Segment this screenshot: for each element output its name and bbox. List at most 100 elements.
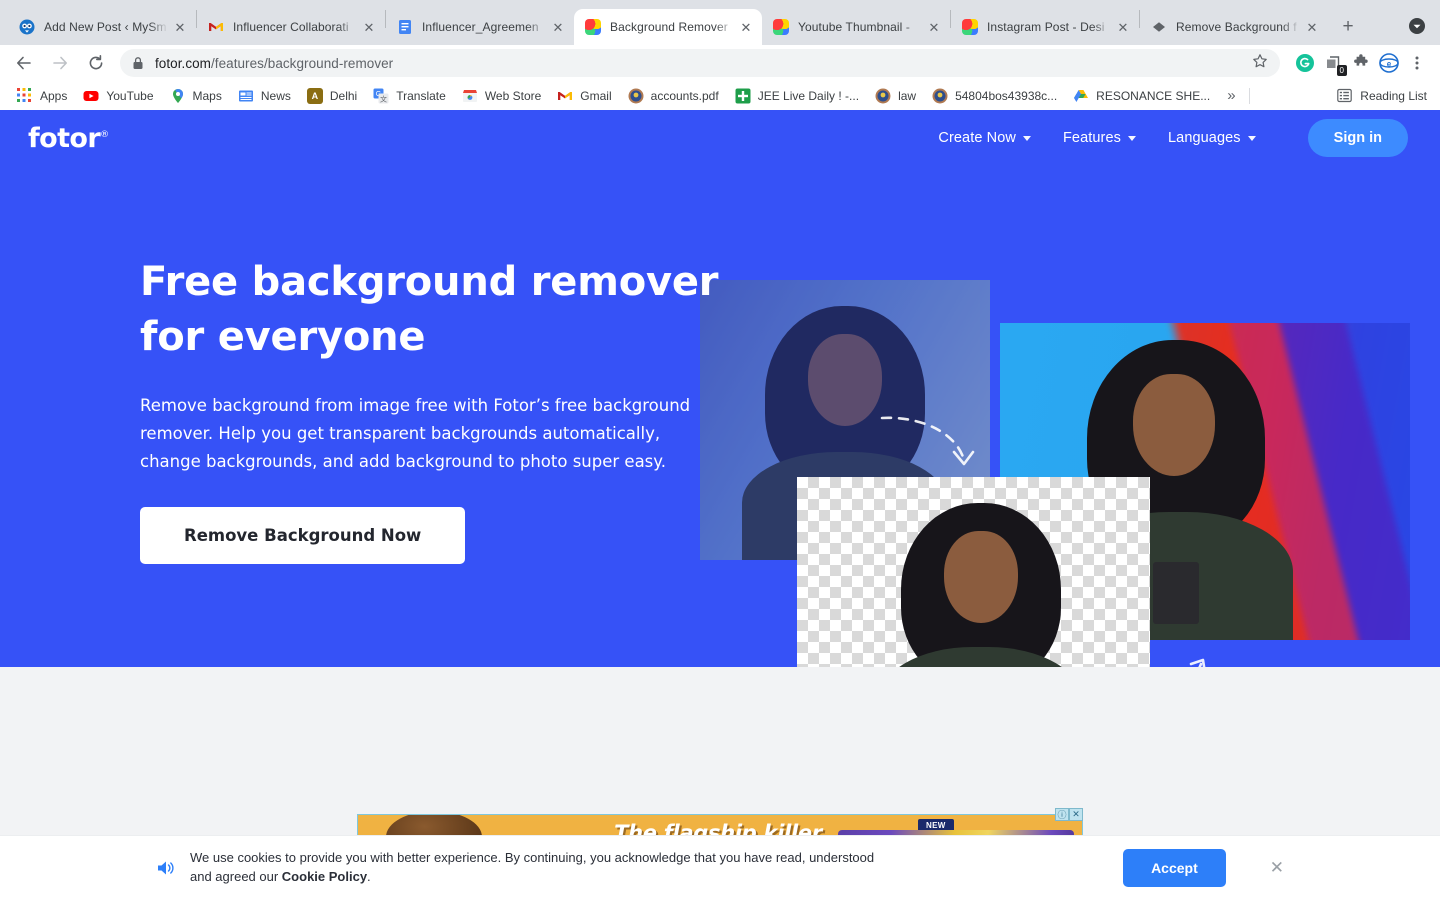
bookmark-label: law: [898, 88, 917, 103]
reading-list-label: Reading List: [1360, 88, 1427, 103]
gmail-icon: [208, 19, 224, 35]
youtube-icon: [83, 88, 99, 104]
remove-background-now-button[interactable]: Remove Background Now: [140, 506, 466, 564]
bookmarks-divider: [1248, 87, 1250, 104]
extension-badge-icon[interactable]: 0: [1320, 50, 1347, 76]
profile-avatar[interactable]: [1404, 13, 1430, 39]
browser-tab[interactable]: Influencer_Agreemen ✕: [386, 9, 574, 45]
nav-item-languages[interactable]: Languages: [1168, 130, 1256, 146]
cookie-consent-bar: We use cookies to provide you with bette…: [0, 835, 1440, 900]
bookmark-apps[interactable]: Apps: [9, 84, 75, 108]
bookmark-label: Maps: [192, 88, 222, 103]
reading-list-button[interactable]: Reading List: [1337, 88, 1431, 104]
url-path: /features/background-remover: [210, 55, 394, 71]
green-plus-icon: [735, 88, 751, 104]
amber-a-icon: A: [306, 87, 323, 104]
back-button[interactable]: [10, 49, 38, 77]
ad-info-icon[interactable]: ⓘ: [1055, 808, 1069, 821]
tab-title: Instagram Post - Desi: [987, 20, 1105, 34]
site-header: fotor® Create Now Features Languages Sig…: [0, 110, 1440, 166]
bookmarks-bar: Apps YouTube Maps News A Delhi G 文 Trans…: [0, 81, 1440, 110]
tab-title: Background Remover: [610, 20, 728, 34]
emblem-icon: [932, 88, 948, 104]
page-viewport: fotor® Create Now Features Languages Sig…: [0, 110, 1440, 900]
bookmark-youtube[interactable]: YouTube: [75, 84, 161, 108]
close-icon[interactable]: ✕: [550, 19, 566, 35]
chevron-down-icon: [1127, 135, 1136, 141]
puzzle-extension-icon[interactable]: [1348, 50, 1374, 76]
hero-paragraph: Remove background from image free with F…: [140, 396, 691, 471]
bookmark-delhi[interactable]: A Delhi: [299, 84, 365, 108]
google-translate-icon: G文: [373, 88, 389, 104]
browser-tab[interactable]: Add New Post ‹ MySm ✕: [8, 9, 196, 45]
bookmark-label: Delhi: [329, 88, 358, 103]
bookmark-web-store[interactable]: Web Store: [454, 84, 549, 108]
nav-item-features[interactable]: Features: [1063, 130, 1136, 146]
nav-label: Languages: [1167, 130, 1241, 146]
tab-strip: Add New Post ‹ MySm ✕ Influencer Collabo…: [0, 0, 1440, 45]
bookmark-jee-live-daily[interactable]: JEE Live Daily ! -...: [727, 84, 867, 108]
hero-section: fotor® Create Now Features Languages Sig…: [0, 110, 1440, 667]
close-icon[interactable]: ✕: [361, 19, 377, 35]
tab-title: Remove Background f: [1176, 20, 1297, 34]
close-icon[interactable]: ✕: [1270, 858, 1284, 878]
new-tab-button[interactable]: +: [1334, 13, 1362, 41]
ie-tab-icon[interactable]: e: [1376, 50, 1402, 76]
bookmark-resonance-sheet[interactable]: RESONANCE SHE...: [1065, 84, 1218, 108]
close-icon[interactable]: ✕: [1304, 19, 1320, 35]
tab-title: Influencer Collaborati: [233, 20, 349, 34]
close-icon[interactable]: ✕: [738, 19, 754, 35]
svg-text:e: e: [1387, 60, 1392, 69]
site-nav: Create Now Features Languages Sign in: [938, 119, 1408, 157]
tabstrip-right-controls: [1404, 13, 1440, 45]
hero-heading-line2: for everyone: [140, 314, 426, 361]
bookmark-maps[interactable]: Maps: [162, 84, 230, 108]
bookmark-law[interactable]: law: [867, 84, 924, 108]
hero-heading: Free background remover for everyone: [140, 255, 720, 365]
close-icon[interactable]: ✕: [1115, 19, 1131, 35]
address-bar[interactable]: fotor.com/features/background-remover: [120, 49, 1280, 77]
cookie-policy-link[interactable]: Cookie Policy: [282, 869, 367, 884]
bookmark-gmail[interactable]: Gmail: [549, 84, 619, 108]
nav-item-create-now[interactable]: Create Now: [938, 130, 1031, 146]
ad-close-icon[interactable]: ✕: [1069, 808, 1083, 821]
logo-text: fotor: [28, 122, 101, 154]
fotor-icon: [773, 19, 789, 35]
bookmark-label: News: [260, 88, 291, 103]
bookmark-label: RESONANCE SHE...: [1096, 88, 1211, 103]
browser-chrome: Add New Post ‹ MySm ✕ Influencer Collabo…: [0, 0, 1440, 110]
bookmark-star-icon[interactable]: [1252, 53, 1268, 74]
sign-in-button[interactable]: Sign in: [1307, 119, 1408, 157]
fotor-icon: [962, 19, 978, 35]
browser-tab[interactable]: Instagram Post - Desi ✕: [951, 9, 1139, 45]
google-drive-icon: [1073, 88, 1089, 104]
browser-tab[interactable]: Remove Background f ✕: [1140, 9, 1328, 45]
grammarly-icon[interactable]: [1292, 50, 1318, 76]
bookmark-label: Gmail: [580, 88, 612, 103]
bookmark-news[interactable]: News: [230, 84, 299, 108]
close-icon[interactable]: ✕: [172, 19, 188, 35]
browser-tab[interactable]: Youtube Thumbnail - ✕: [762, 9, 950, 45]
bookmark-translate[interactable]: G文 Translate: [365, 84, 454, 108]
google-news-icon: [238, 88, 254, 104]
forward-button[interactable]: [46, 49, 74, 77]
tab-title: Youtube Thumbnail -: [798, 20, 910, 34]
fotor-logo[interactable]: fotor®: [28, 122, 109, 154]
svg-text:文: 文: [380, 94, 387, 103]
bookmarks-overflow-button[interactable]: »: [1218, 87, 1244, 104]
browser-tab-active[interactable]: Background Remover ✕: [574, 9, 762, 45]
hero-copy: Free background remover for everyone Rem…: [140, 255, 720, 564]
cookie-text: We use cookies to provide you with bette…: [190, 849, 890, 887]
chrome-menu-icon[interactable]: [1404, 50, 1430, 76]
diamond-icon: [1151, 19, 1167, 35]
reload-button[interactable]: [82, 49, 110, 77]
fotor-icon: [585, 19, 601, 35]
bookmark-accounts-pdf[interactable]: accounts.pdf: [620, 84, 727, 108]
bookmark-label: Apps: [40, 88, 68, 103]
bookmark-54804bos[interactable]: 54804bos43938c...: [924, 84, 1065, 108]
emblem-icon: [628, 88, 644, 104]
browser-tab[interactable]: Influencer Collaborati ✕: [197, 9, 385, 45]
bookmark-label: accounts.pdf: [650, 88, 719, 103]
close-icon[interactable]: ✕: [926, 19, 942, 35]
accept-cookies-button[interactable]: Accept: [1123, 849, 1226, 887]
